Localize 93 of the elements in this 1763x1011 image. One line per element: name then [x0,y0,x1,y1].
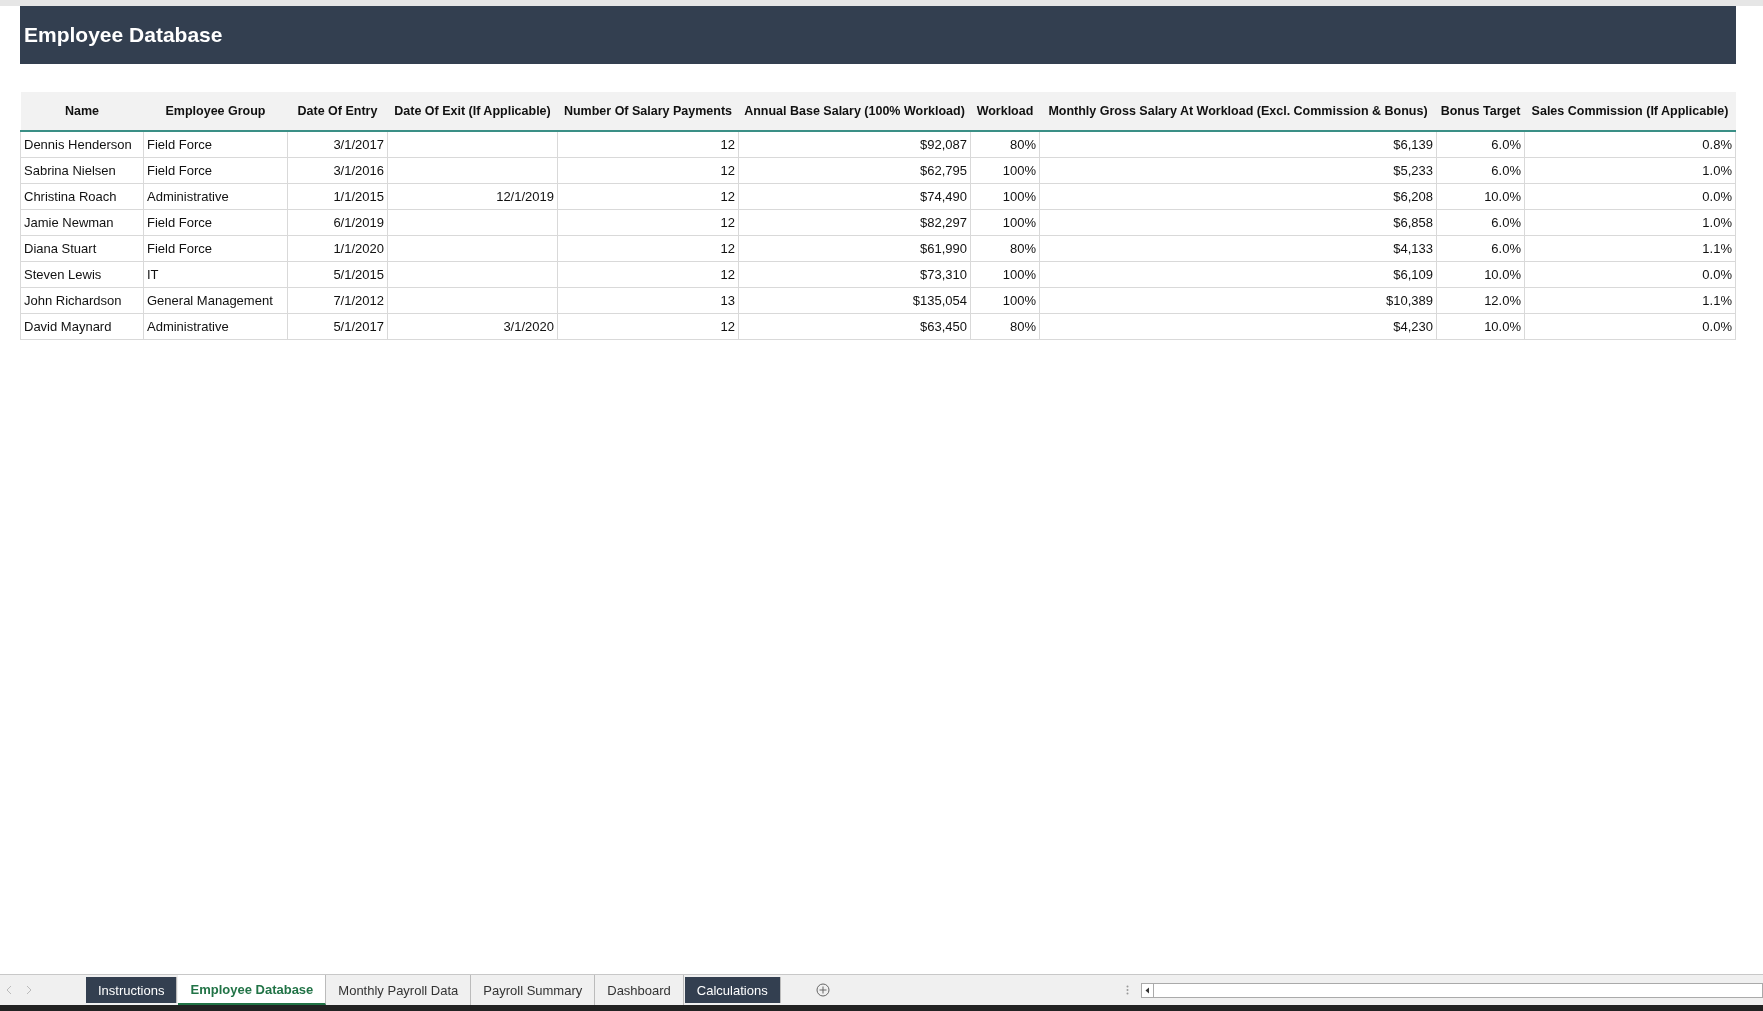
table-cell: 7/1/2012 [287,287,388,314]
table-cell: General Management [143,287,288,314]
table-cell: $135,054 [738,287,971,314]
column-header: Workload [970,92,1040,131]
table-cell: 3/1/2017 [287,131,388,158]
sheet-tab[interactable]: Instructions [86,977,178,1003]
table-cell: $82,297 [738,209,971,236]
table-cell: 12 [557,131,739,158]
table-cell: 1/1/2020 [287,235,388,262]
column-header: Name [20,92,144,131]
column-header: Bonus Target [1436,92,1525,131]
table-cell: 12 [557,183,739,210]
column-header: Date Of Exit (If Applicable) [387,92,558,131]
table-cell: 5/1/2015 [287,261,388,288]
table-cell: IT [143,261,288,288]
table-cell: Steven Lewis [20,261,144,288]
table-cell: $92,087 [738,131,971,158]
table-cell: 0.0% [1524,261,1736,288]
table-cell: 1.0% [1524,209,1736,236]
table-cell: $10,389 [1039,287,1437,314]
table-cell: 12 [557,209,739,236]
table-cell: Field Force [143,209,288,236]
table-cell: $4,133 [1039,235,1437,262]
table-cell: 6.0% [1436,157,1525,184]
table-cell: $6,109 [1039,261,1437,288]
table-cell: Administrative [143,313,288,340]
table-cell: 1.0% [1524,157,1736,184]
table-cell: Jamie Newman [20,209,144,236]
table-cell: 0.0% [1524,183,1736,210]
table-cell: 80% [970,313,1040,340]
table-cell: 100% [970,209,1040,236]
table-cell: 10.0% [1436,183,1525,210]
table-cell: $6,858 [1039,209,1437,236]
table-cell: 1.1% [1524,287,1736,314]
table-cell: $6,208 [1039,183,1437,210]
table-cell: $6,139 [1039,131,1437,158]
add-sheet-icon[interactable] [815,983,830,997]
resize-handle-icon[interactable] [1126,985,1129,995]
table-cell: John Richardson [20,287,144,314]
table-cell: Field Force [143,157,288,184]
table-cell: 6.0% [1436,235,1525,262]
column-header: Monthly Gross Salary At Workload (Excl. Commission & Bonus) [1039,92,1437,131]
table-cell: 12 [557,235,739,262]
table-cell: $62,795 [738,157,971,184]
table-cell: 0.8% [1524,131,1736,158]
column-header: Employee Group [143,92,288,131]
table-cell: 100% [970,261,1040,288]
table-cell: 6.0% [1436,131,1525,158]
table-cell: $5,233 [1039,157,1437,184]
column-header: Date Of Entry [287,92,388,131]
table-cell: 80% [970,235,1040,262]
table-cell: 0.0% [1524,313,1736,340]
sheet-tab[interactable]: Employee Database [178,975,327,1005]
table-cell: David Maynard [20,313,144,340]
table-cell: Diana Stuart [20,235,144,262]
column-header: Annual Base Salary (100% Workload) [738,92,971,131]
table-cell: 12 [557,313,739,340]
column-header: Sales Commission (If Applicable) [1524,92,1736,131]
table-cell: 12 [557,157,739,184]
scroll-left-icon[interactable] [1142,983,1154,997]
table-cell: 1.1% [1524,235,1736,262]
table-cell: 100% [970,157,1040,184]
column-header: Number Of Salary Payments [557,92,739,131]
table-cell: 100% [970,287,1040,314]
horizontal-scrollbar[interactable] [1141,982,1763,998]
table-cell: Dennis Henderson [20,131,144,158]
table-cell: 3/1/2020 [387,313,558,340]
table-cell: $61,990 [738,235,971,262]
sheet-tab[interactable]: Calculations [684,977,781,1003]
table-cell: Field Force [143,131,288,158]
table-cell: 5/1/2017 [287,313,388,340]
table-cell: 10.0% [1436,261,1525,288]
table-cell: Christina Roach [20,183,144,210]
table-cell: $4,230 [1039,313,1437,340]
table-cell: $63,450 [738,313,971,340]
table-cell: 12.0% [1436,287,1525,314]
table-cell: 10.0% [1436,313,1525,340]
table-cell: 80% [970,131,1040,158]
table-cell: Sabrina Nielsen [20,157,144,184]
sheet-title: Employee Database [23,23,223,47]
table-cell: 12 [557,261,739,288]
table-cell: 6.0% [1436,209,1525,236]
table-cell: 6/1/2019 [287,209,388,236]
table-cell: 1/1/2015 [287,183,388,210]
table-cell: 100% [970,183,1040,210]
table-cell: Administrative [143,183,288,210]
table-cell: 3/1/2016 [287,157,388,184]
table-cell: 13 [557,287,739,314]
table-cell: $74,490 [738,183,971,210]
table-cell: 12/1/2019 [387,183,558,210]
table-cell: Field Force [143,235,288,262]
table-cell: $73,310 [738,261,971,288]
scroll-right-icon[interactable] [26,986,32,994]
